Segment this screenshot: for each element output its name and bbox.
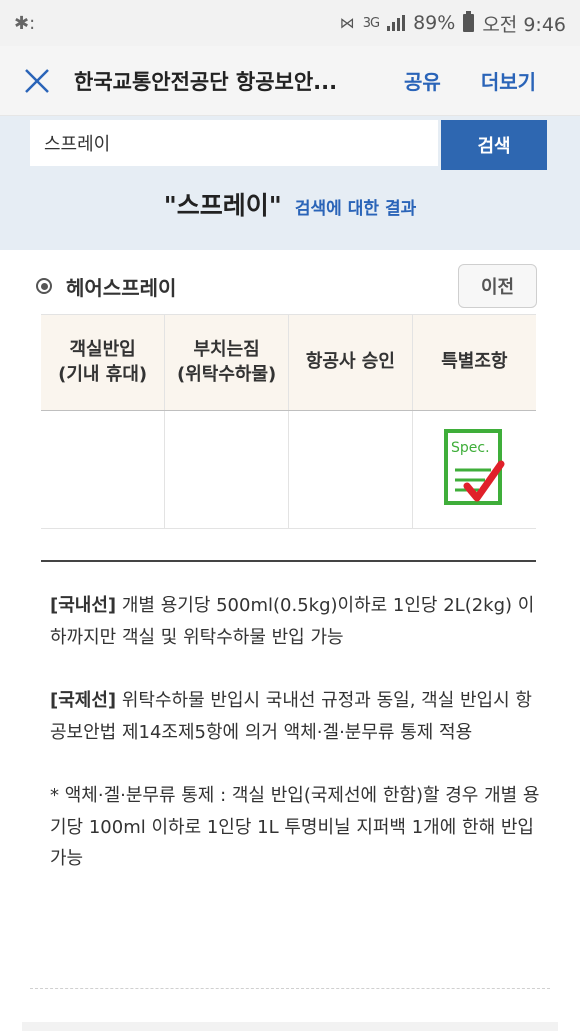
section-divider [41,560,536,562]
result-suffix: 검색에 대한 결과 [294,199,417,219]
note-lag-control: * 액체·겔·분무류 통제 : 객실 반입(국제선에 한함)할 경우 개별 용기… [50,785,540,869]
note-international: [국제선] 위탁수하물 반입시 국내선 규정과 동일, 객실 반입시 항공보안법… [50,690,532,743]
share-button[interactable]: 공유 [404,66,441,95]
radio-selected-icon[interactable] [36,278,52,294]
note-domestic: [국내선] 개별 용기당 500ml(0.5kg)이하로 1인당 2L(2kg)… [50,595,535,648]
network-type: 3G [362,15,380,31]
spec-document-icon[interactable]: Spec. [443,428,505,508]
search-result-heading: "스프레이" 검색에 대한 결과 [0,186,580,222]
page-title: 한국교통안전공단 항공보안... [74,69,338,94]
spec-label: Spec. [451,440,490,456]
app-bar: 한국교통안전공단 항공보안... 공유 더보기 [0,46,580,116]
header-carry-on: 객실반입 (기내 휴대) [41,314,165,411]
cell-checked-baggage [164,410,289,529]
status-right: ⋈ 3G 89% 오전 9:46 [340,10,566,37]
result-query: "스프레이" [163,191,282,220]
header-checked-baggage: 부치는짐 (위탁수하물) [164,314,289,411]
search-panel: 검색 "스프레이" 검색에 대한 결과 [0,116,580,250]
table-header-row: 객실반입 (기내 휴대) 부치는짐 (위탁수하물) 항공사 승인 특별조항 [41,314,536,411]
notes-section: [국내선] 개별 용기당 500ml(0.5kg)이하로 1인당 2L(2kg)… [50,590,540,907]
prev-button[interactable]: 이전 [458,264,537,308]
rules-table: 객실반입 (기내 휴대) 부치는짐 (위탁수하물) 항공사 승인 특별조항 Sp… [41,314,536,529]
notification-icon: ✱: [14,12,36,34]
clock: 오전 9:46 [482,13,566,36]
mute-icon: ⋈ [339,14,355,32]
more-button[interactable]: 더보기 [481,66,536,95]
close-icon [25,68,49,93]
header-airline-approval: 항공사 승인 [288,314,413,411]
item-name: 헤어스프레이 [66,275,177,300]
header-special-provision: 특별조항 [411,314,536,411]
search-button[interactable]: 검색 [441,120,547,170]
cell-airline-approval [288,410,413,529]
bottom-panel [22,1022,558,1031]
cell-carry-on [41,410,165,529]
battery-icon [463,11,475,32]
cell-special-provision: Spec. [411,410,536,529]
status-bar: ✱: ⋈ 3G 89% 오전 9:46 [0,0,580,46]
dashed-divider [30,988,550,989]
signal-icon [387,15,406,31]
table-row: Spec. [41,410,536,529]
close-button[interactable] [0,46,74,116]
battery-percent: 89% [413,12,456,34]
search-input[interactable] [30,120,438,166]
